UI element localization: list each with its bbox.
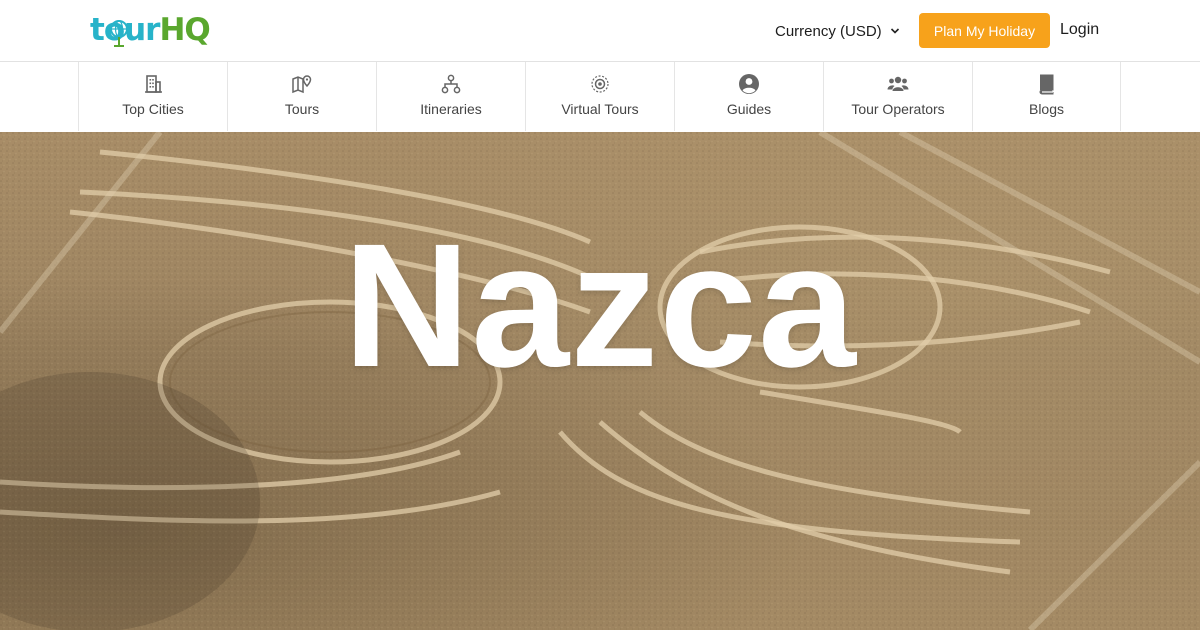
book-icon [1039,74,1053,95]
nav-item-virtual-tours[interactable]: Virtual Tours [525,62,674,131]
map-pin-icon [292,75,312,94]
hero-banner: Nazca [0,132,1200,630]
nav-item-top-cities[interactable]: Top Cities [78,62,227,131]
nav-label: Top Cities [122,101,184,117]
nav-label: Itineraries [420,101,482,117]
nav-label: Virtual Tours [561,101,639,117]
nav-item-guides[interactable]: Guides [674,62,823,131]
chevron-down-icon [890,28,899,34]
nav-label: Guides [726,101,772,117]
vr-icon [591,75,609,93]
user-circle-icon [739,74,759,94]
hero-title: Nazca [343,208,857,404]
nav-label: Tour Operators [851,101,945,117]
plan-my-holiday-button[interactable]: Plan My Holiday [919,13,1050,48]
nav-item-blogs[interactable]: Blogs [972,62,1121,131]
nav-item-tour-operators[interactable]: Tour Operators [823,62,972,131]
currency-label: Currency (USD) [775,22,882,40]
nav-item-itineraries[interactable]: Itineraries [376,62,525,131]
users-icon [887,76,909,91]
currency-selector[interactable]: Currency (USD) [775,20,900,42]
tourhq-logo[interactable]: tour HQ [90,8,211,52]
nav-item-tours[interactable]: Tours [227,62,376,131]
sitemap-icon [441,74,461,94]
nav-label: Tours [284,101,320,117]
category-nav: Top Cities Tours Itineraries Virtual Tou… [0,62,1200,132]
logo-text-hq: HQ [159,11,210,48]
building-icon [145,75,162,93]
globe-icon [110,20,128,47]
login-link[interactable]: Login [1060,21,1099,39]
nav-label: Blogs [1028,101,1065,117]
site-header: tour HQ Currency (USD) Plan My Holiday Lo… [0,0,1200,62]
